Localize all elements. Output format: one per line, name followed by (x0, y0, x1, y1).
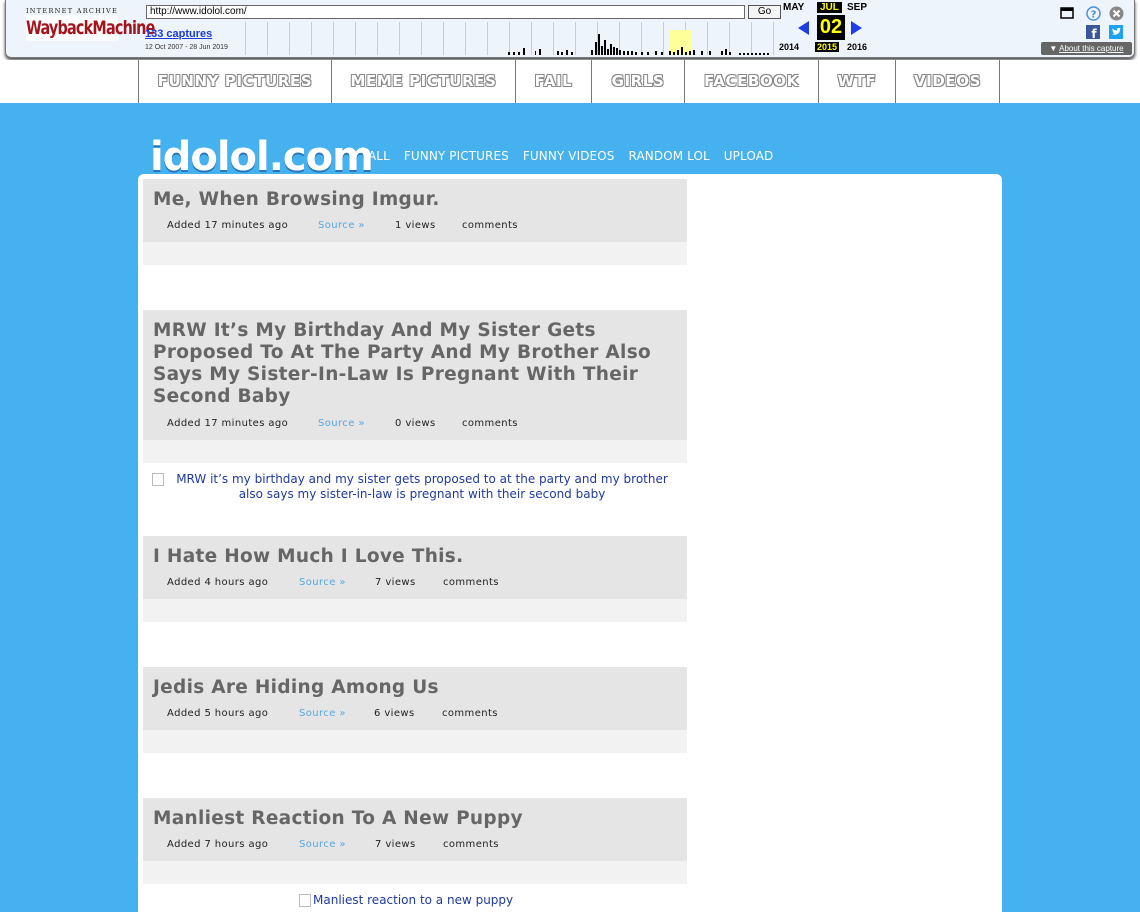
post-divider (143, 730, 687, 753)
post-views: 1 views (395, 220, 436, 231)
wayback-logo-top: INTERNET ARCHIVE (25, 7, 119, 15)
site-top-nav: FUNNY PICTURES MEME PICTURES FAIL GIRLS … (0, 60, 1140, 103)
post-title[interactable]: Manliest Reaction To A New Puppy (153, 808, 673, 830)
post-title[interactable]: Me, When Browsing Imgur. (153, 189, 673, 211)
facebook-icon[interactable]: f (1086, 25, 1100, 39)
nav-girls[interactable]: GIRLS (592, 60, 685, 103)
post-divider (143, 440, 687, 463)
post-views: 6 views (374, 708, 415, 719)
post-image-alt[interactable]: MRW it’s my birthday and my sister gets … (170, 472, 674, 502)
post-title[interactable]: I Hate How Much I Love This. (153, 546, 673, 568)
wayback-toolbar-panel: INTERNET ARCHIVE WaybackMachine http://w… (5, 0, 1135, 58)
wayback-url-input[interactable]: http://www.idolol.com/ (146, 5, 745, 19)
wayback-prev-month[interactable]: MAY (783, 2, 804, 13)
post-views: 7 views (375, 577, 416, 588)
minimize-toolbar-icon[interactable] (1060, 6, 1074, 20)
post-image-alt[interactable]: Manliest reaction to a new puppy (313, 893, 513, 908)
help-icon[interactable]: ? (1086, 6, 1101, 21)
wayback-current-day: 02 (817, 15, 845, 40)
wayback-captures-link[interactable]: 133 captures (145, 28, 212, 40)
subnav-funny-videos[interactable]: FUNNY VIDEOS (523, 149, 615, 163)
post-divider (143, 242, 687, 265)
post-title[interactable]: Jedis Are Hiding Among Us (153, 677, 673, 699)
site-logo[interactable]: idolol.com (150, 135, 374, 179)
subnav-upload[interactable]: UPLOAD (724, 149, 774, 163)
post-comments-link[interactable]: comments (442, 708, 498, 719)
post-divider (143, 861, 687, 884)
post-comments-link[interactable]: comments (443, 577, 499, 588)
nav-funny-pictures[interactable]: FUNNY PICTURES (139, 60, 332, 103)
post-comments-link[interactable]: comments (443, 839, 499, 850)
sub-nav: ALL FUNNY PICTURES FUNNY VIDEOS RANDOM L… (368, 149, 787, 163)
about-capture-button[interactable]: ▼ About this capture (1041, 42, 1132, 55)
broken-image-icon (152, 473, 164, 486)
nav-fail[interactable]: FAIL (516, 60, 592, 103)
svg-text:f: f (1091, 27, 1097, 39)
post-added: Added 17 minutes ago (167, 418, 289, 429)
prev-capture-arrow-icon[interactable] (798, 21, 809, 35)
post-views: 0 views (395, 418, 436, 429)
post-source-link[interactable]: Source » (299, 577, 346, 588)
close-icon[interactable] (1109, 6, 1124, 21)
nav-facebook[interactable]: FACEBOOK (685, 60, 819, 103)
about-capture-label: About this capture (1059, 44, 1124, 53)
category-navbar: FUNNY PICTURES MEME PICTURES FAIL GIRLS … (138, 60, 1000, 103)
nav-wtf[interactable]: WTF (819, 60, 896, 103)
post-divider (143, 599, 687, 622)
post-source-link[interactable]: Source » (299, 839, 346, 850)
post-views: 7 views (375, 839, 416, 850)
broken-image-icon (299, 894, 311, 907)
wayback-toolbar: INTERNET ARCHIVE WaybackMachine http://w… (0, 0, 1140, 60)
wayback-current-month: JUL (817, 2, 842, 13)
subnav-random-lol[interactable]: RANDOM LOL (629, 149, 710, 163)
nav-meme-pictures[interactable]: MEME PICTURES (332, 60, 516, 103)
post-source-link[interactable]: Source » (299, 708, 346, 719)
post-added: Added 17 minutes ago (167, 220, 289, 231)
post-comments-link[interactable]: comments (462, 220, 518, 231)
wayback-logo-main: WaybackMachine (26, 15, 155, 41)
wayback-sparkline[interactable] (245, 22, 778, 55)
twitter-icon[interactable] (1109, 25, 1123, 39)
nav-videos[interactable]: VIDEOS (896, 60, 1000, 103)
post-source-link[interactable]: Source » (318, 220, 365, 231)
next-capture-arrow-icon[interactable] (851, 21, 862, 35)
post-added: Added 4 hours ago (167, 577, 269, 588)
post-source-link[interactable]: Source » (318, 418, 365, 429)
wayback-next-year[interactable]: 2016 (847, 42, 867, 52)
post-title[interactable]: MRW It’s My Birthday And My Sister Gets … (153, 320, 673, 408)
post-added: Added 7 hours ago (167, 839, 269, 850)
subnav-all[interactable]: ALL (368, 149, 390, 163)
wayback-capture-range: 12 Oct 2007 - 28 Jun 2019 (145, 44, 228, 51)
wayback-go-button[interactable]: Go (748, 5, 781, 19)
post-added: Added 5 hours ago (167, 708, 269, 719)
subnav-funny-pictures[interactable]: FUNNY PICTURES (404, 149, 509, 163)
wayback-logo[interactable]: INTERNET ARCHIVE WaybackMachine (22, 7, 155, 47)
wayback-next-month[interactable]: SEP (847, 2, 867, 13)
post-comments-link[interactable]: comments (462, 418, 518, 429)
svg-text:?: ? (1091, 10, 1097, 21)
wayback-current-year: 2015 (815, 42, 840, 52)
wayback-prev-year[interactable]: 2014 (779, 42, 799, 52)
